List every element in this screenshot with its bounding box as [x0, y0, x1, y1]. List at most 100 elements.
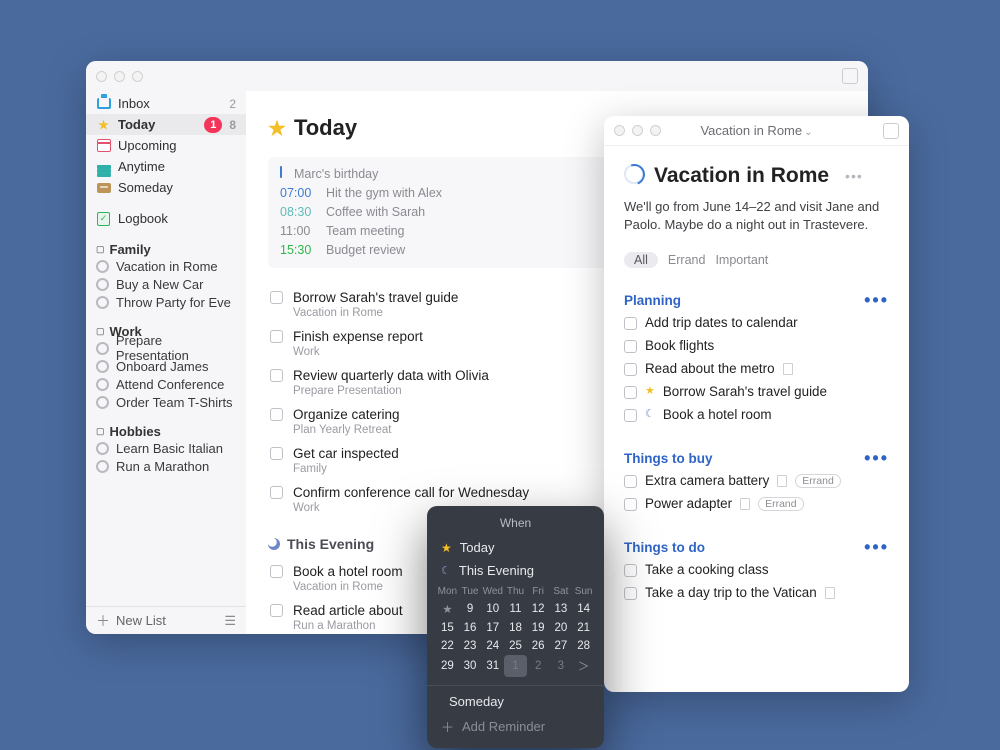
calendar-day[interactable]: 14 — [572, 599, 595, 619]
calendar-day[interactable]: 16 — [459, 619, 482, 637]
event-bar — [280, 166, 282, 178]
window-fullscreen-button[interactable] — [842, 68, 858, 84]
task-row[interactable]: Power adapterErrand — [624, 492, 889, 515]
more-icon[interactable]: ••• — [864, 448, 889, 469]
sidebar-item-anytime[interactable]: Anytime — [86, 156, 246, 177]
sidebar-item-today[interactable]: ★ Today 1 8 — [86, 114, 246, 135]
calendar-day[interactable]: 13 — [550, 599, 573, 619]
calendar-day[interactable]: 11 — [504, 599, 527, 619]
calendar-day[interactable]: 27 — [550, 637, 573, 655]
tag-filter-item[interactable]: Errand — [668, 253, 706, 267]
sidebar-project[interactable]: Throw Party for Eve — [86, 293, 246, 311]
calendar-next-month[interactable]: ＞ — [572, 655, 595, 677]
task-checkbox[interactable] — [270, 565, 283, 578]
calendar-day[interactable]: 21 — [572, 619, 595, 637]
calendar-day[interactable]: 3 — [550, 655, 573, 677]
project-section-header[interactable]: Things to buy••• — [624, 448, 889, 469]
sidebar-project[interactable]: Attend Conference — [86, 375, 246, 393]
calendar-day[interactable]: 20 — [550, 619, 573, 637]
tag-filter-all[interactable]: All — [624, 252, 658, 268]
progress-ring-icon — [96, 342, 109, 355]
add-reminder-button[interactable]: ＋ Add Reminder — [427, 713, 604, 740]
task-checkbox[interactable] — [270, 604, 283, 617]
window-close-button[interactable] — [96, 71, 107, 82]
project-section-header[interactable]: Planning••• — [624, 290, 889, 311]
calendar-today-marker[interactable]: ★ — [436, 599, 459, 619]
window-zoom-button[interactable] — [132, 71, 143, 82]
calendar-day[interactable]: 1 — [504, 655, 527, 677]
calendar-day[interactable]: 18 — [504, 619, 527, 637]
task-checkbox[interactable] — [624, 317, 637, 330]
task-checkbox[interactable] — [624, 386, 637, 399]
sidebar-area-header[interactable]: ▢Hobbies — [86, 421, 246, 439]
calendar-day[interactable]: 19 — [527, 619, 550, 637]
sidebar-area-header[interactable]: ▢Family — [86, 239, 246, 257]
more-icon[interactable]: ••• — [864, 537, 889, 558]
calendar-day[interactable]: 24 — [481, 637, 504, 655]
task-tag[interactable]: Errand — [758, 497, 804, 511]
stack-icon — [96, 159, 111, 174]
task-checkbox[interactable] — [624, 409, 637, 422]
calendar-day[interactable]: 25 — [504, 637, 527, 655]
task-checkbox[interactable] — [624, 475, 637, 488]
calendar-day[interactable]: 28 — [572, 637, 595, 655]
calendar-day[interactable]: 22 — [436, 637, 459, 655]
task-row[interactable]: Book flights — [624, 334, 889, 357]
calendar-day[interactable]: 12 — [527, 599, 550, 619]
task-checkbox[interactable] — [624, 498, 637, 511]
task-row[interactable]: Extra camera batteryErrand — [624, 469, 889, 492]
task-checkbox[interactable] — [270, 330, 283, 343]
task-row[interactable]: Take a day trip to the Vatican — [624, 581, 889, 604]
task-checkbox[interactable] — [270, 291, 283, 304]
calendar-day[interactable]: 15 — [436, 619, 459, 637]
sidebar-project[interactable]: Prepare Presentation — [86, 339, 246, 357]
sidebar-item-logbook[interactable]: Logbook — [86, 208, 246, 229]
sidebar-project[interactable]: Order Team T-Shirts — [86, 393, 246, 411]
task-checkbox[interactable] — [624, 564, 637, 577]
calendar-day[interactable]: 29 — [436, 655, 459, 677]
window-minimize-button[interactable] — [114, 71, 125, 82]
more-icon[interactable]: ••• — [845, 168, 863, 184]
calendar-day[interactable]: 17 — [481, 619, 504, 637]
sidebar-item-someday[interactable]: Someday — [86, 177, 246, 198]
task-row[interactable]: ★Borrow Sarah's travel guide — [624, 380, 889, 403]
sidebar-item-inbox[interactable]: Inbox 2 — [86, 93, 246, 114]
task-title: Finish expense report — [293, 328, 423, 345]
task-row[interactable]: Add trip dates to calendar — [624, 311, 889, 334]
task-project: Prepare Presentation — [293, 384, 489, 398]
task-title: Add trip dates to calendar — [645, 315, 798, 330]
task-checkbox[interactable] — [270, 486, 283, 499]
sidebar-project[interactable]: Learn Basic Italian — [86, 439, 246, 457]
task-checkbox[interactable] — [270, 369, 283, 382]
tag-filter-item[interactable]: Important — [715, 253, 768, 267]
calendar-day[interactable]: 30 — [459, 655, 482, 677]
calendar-day[interactable]: 9 — [459, 599, 482, 619]
calendar-day[interactable]: 31 — [481, 655, 504, 677]
task-checkbox[interactable] — [270, 408, 283, 421]
sidebar-project[interactable]: Run a Marathon — [86, 457, 246, 475]
new-list-button[interactable]: New List — [116, 613, 166, 628]
more-icon[interactable]: ••• — [864, 290, 889, 311]
when-option-evening[interactable]: ☾ This Evening — [427, 559, 604, 582]
when-option-today[interactable]: ★ Today — [427, 536, 604, 559]
task-checkbox[interactable] — [270, 447, 283, 460]
task-row[interactable]: ☾Book a hotel room — [624, 403, 889, 426]
project-section-header[interactable]: Things to do••• — [624, 537, 889, 558]
task-checkbox[interactable] — [624, 340, 637, 353]
sidebar-item-upcoming[interactable]: Upcoming — [86, 135, 246, 156]
calendar-day[interactable]: 2 — [527, 655, 550, 677]
task-row[interactable]: Read about the metro — [624, 357, 889, 380]
calendar-day[interactable]: 10 — [481, 599, 504, 619]
calendar-day[interactable]: 23 — [459, 637, 482, 655]
calendar-day[interactable]: 26 — [527, 637, 550, 655]
project-notes[interactable]: We'll go from June 14–22 and visit Jane … — [624, 198, 889, 234]
task-tag[interactable]: Errand — [795, 474, 841, 488]
when-option-someday[interactable]: Someday — [427, 690, 604, 713]
sidebar-project[interactable]: Vacation in Rome — [86, 257, 246, 275]
task-checkbox[interactable] — [624, 587, 637, 600]
settings-icon[interactable]: ☰ — [224, 613, 236, 629]
task-title: Confirm conference call for Wednesday — [293, 484, 529, 501]
task-checkbox[interactable] — [624, 363, 637, 376]
task-row[interactable]: Take a cooking class — [624, 558, 889, 581]
sidebar-project[interactable]: Buy a New Car — [86, 275, 246, 293]
